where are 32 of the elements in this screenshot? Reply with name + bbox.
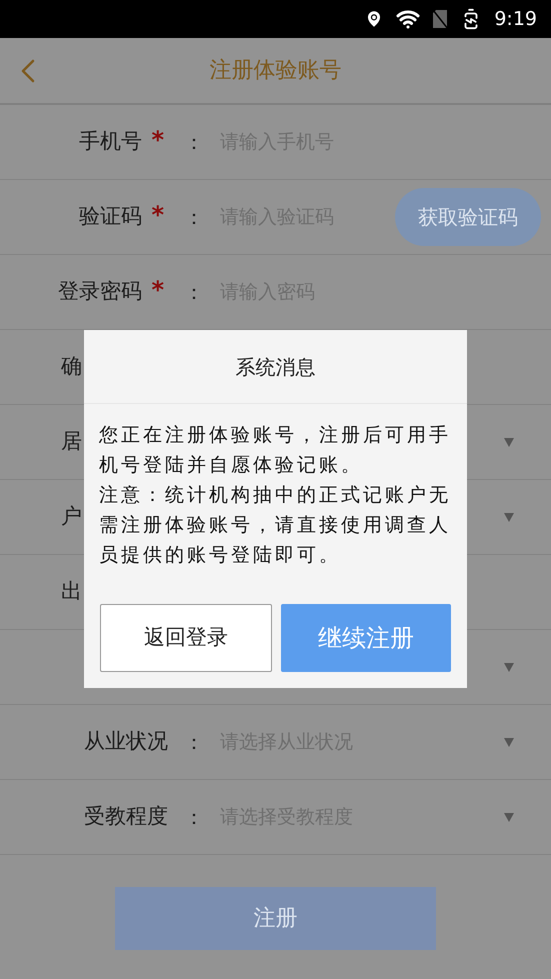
field-label: 出 [61,578,82,606]
dropdown-arrow-icon [504,512,514,522]
register-button[interactable]: 注册 [115,887,436,950]
dialog-message: 您正在注册体验账号，注册后可用手机号登陆并自愿体验记账。 [99,423,452,478]
required-mark: * [151,128,164,152]
field-label: 户 [61,503,82,530]
colon: ： [184,204,204,231]
continue-button[interactable]: 继续注册 [281,604,451,672]
colon: ： [184,729,204,756]
required-mark: * [151,203,164,228]
back-button[interactable]: 返回登录 [100,604,272,672]
field-label: 手机号 [79,128,142,156]
field-label: 居 [61,428,82,456]
clock: 9:19 [494,6,537,32]
field-label: 从业状况 [84,728,168,756]
colon: ： [184,279,204,306]
dialog-title: 系统消息 [236,354,316,380]
colon: ： [184,804,204,831]
dialog-message: 注意：统计机构抽中的正式记账户无需注册体验账号，请直接使用调查人员提供的账号登陆即可。 [99,483,452,568]
required-mark: * [151,278,164,302]
page-title: 注册体验账号 [210,57,342,85]
no-sim-icon [432,9,448,29]
field-label: 验证码 [79,203,142,230]
colon: ： [184,129,204,156]
dropdown-arrow-icon [504,438,514,446]
field-label: 登录密码 [58,278,142,306]
dropdown-arrow-icon [504,812,514,822]
field-label: 受教程度 [84,803,168,830]
field-label: 确 [61,353,82,380]
get-code-button[interactable]: 获取验证码 [395,188,541,246]
dropdown-arrow-icon [504,662,514,672]
dropdown-arrow-icon [504,738,514,746]
